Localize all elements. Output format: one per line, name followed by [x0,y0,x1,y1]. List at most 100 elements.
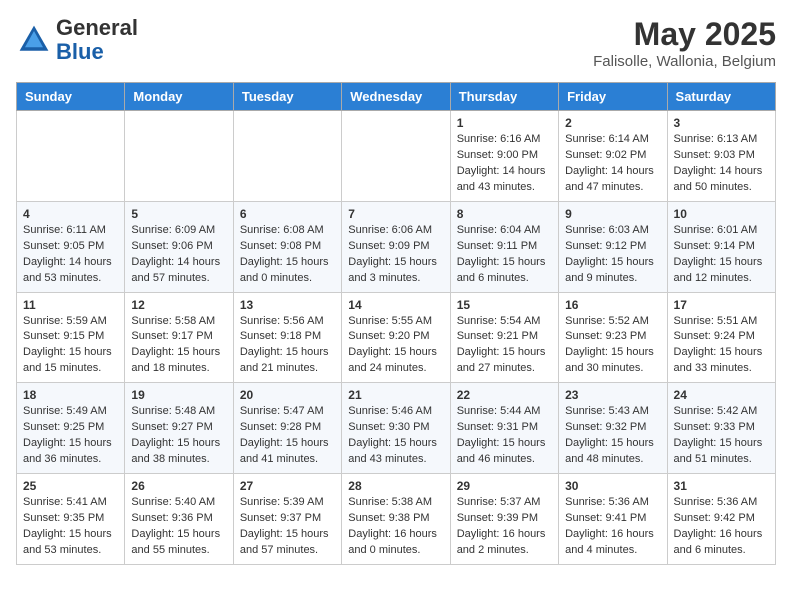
day-number: 27 [240,479,335,493]
day-number: 19 [131,388,226,402]
day-number: 25 [23,479,118,493]
day-info: Sunrise: 5:39 AM Sunset: 9:37 PM Dayligh… [240,495,335,559]
day-info: Sunrise: 5:51 AM Sunset: 9:24 PM Dayligh… [674,314,769,378]
day-info: Sunrise: 6:01 AM Sunset: 9:14 PM Dayligh… [674,223,769,287]
day-info: Sunrise: 5:58 AM Sunset: 9:17 PM Dayligh… [131,314,226,378]
day-number: 26 [131,479,226,493]
calendar-cell [342,111,450,202]
day-info: Sunrise: 5:56 AM Sunset: 9:18 PM Dayligh… [240,314,335,378]
day-info: Sunrise: 5:43 AM Sunset: 9:32 PM Dayligh… [565,404,660,468]
calendar-week-3: 18 Sunrise: 5:49 AM Sunset: 9:25 PM Dayli… [17,383,776,474]
calendar-cell: 27 Sunrise: 5:39 AM Sunset: 9:37 PM Dayli… [233,474,341,565]
logo: General Blue [16,16,138,64]
day-info: Sunrise: 5:37 AM Sunset: 9:39 PM Dayligh… [457,495,552,559]
calendar-cell: 2 Sunrise: 6:14 AM Sunset: 9:02 PM Daylig… [559,111,667,202]
day-number: 20 [240,388,335,402]
weekday-header-friday: Friday [559,83,667,111]
calendar-body: 1 Sunrise: 6:16 AM Sunset: 9:00 PM Daylig… [17,111,776,565]
weekday-header-wednesday: Wednesday [342,83,450,111]
calendar-cell: 21 Sunrise: 5:46 AM Sunset: 9:30 PM Dayli… [342,383,450,474]
calendar-cell [125,111,233,202]
weekday-header-row: SundayMondayTuesdayWednesdayThursdayFrid… [17,83,776,111]
calendar-cell: 28Sunrise: 5:38 AM Sunset: 9:38 PM Dayli… [342,474,450,565]
day-info: Sunrise: 5:48 AM Sunset: 9:27 PM Dayligh… [131,404,226,468]
title-block: May 2025 Falisolle, Wallonia, Belgium [593,16,776,70]
day-number: 24 [674,388,769,402]
day-info: Sunrise: 5:40 AM Sunset: 9:36 PM Dayligh… [131,495,226,559]
day-info: Sunrise: 6:04 AM Sunset: 9:11 PM Dayligh… [457,223,552,287]
day-number: 31 [674,479,769,493]
day-number: 1 [457,116,552,130]
location: Falisolle, Wallonia, Belgium [593,53,776,70]
day-number: 8 [457,207,552,221]
calendar-cell: 20 Sunrise: 5:47 AM Sunset: 9:28 PM Dayli… [233,383,341,474]
calendar-cell: 30 Sunrise: 5:36 AM Sunset: 9:41 PM Dayli… [559,474,667,565]
calendar-cell: 19 Sunrise: 5:48 AM Sunset: 9:27 PM Dayli… [125,383,233,474]
calendar-cell [17,111,125,202]
calendar-cell: 23 Sunrise: 5:43 AM Sunset: 9:32 PM Dayli… [559,383,667,474]
day-number: 9 [565,207,660,221]
day-number: 3 [674,116,769,130]
weekday-header-monday: Monday [125,83,233,111]
calendar-week-2: 11Sunrise: 5:59 AM Sunset: 9:15 PM Dayli… [17,292,776,383]
day-info: Sunrise: 6:16 AM Sunset: 9:00 PM Dayligh… [457,132,552,196]
day-number: 2 [565,116,660,130]
calendar-cell: 17Sunrise: 5:51 AM Sunset: 9:24 PM Dayli… [667,292,775,383]
logo-text: General Blue [56,16,138,64]
calendar-cell: 24 Sunrise: 5:42 AM Sunset: 9:33 PM Dayli… [667,383,775,474]
day-info: Sunrise: 6:03 AM Sunset: 9:12 PM Dayligh… [565,223,660,287]
calendar-cell: 5Sunrise: 6:09 AM Sunset: 9:06 PM Daylig… [125,201,233,292]
calendar-cell: 3 Sunrise: 6:13 AM Sunset: 9:03 PM Daylig… [667,111,775,202]
day-info: Sunrise: 5:42 AM Sunset: 9:33 PM Dayligh… [674,404,769,468]
day-info: Sunrise: 5:36 AM Sunset: 9:42 PM Dayligh… [674,495,769,559]
day-number: 12 [131,298,226,312]
day-info: Sunrise: 5:49 AM Sunset: 9:25 PM Dayligh… [23,404,118,468]
logo-icon [16,22,52,58]
day-info: Sunrise: 5:55 AM Sunset: 9:20 PM Dayligh… [348,314,443,378]
day-number: 11 [23,298,118,312]
day-number: 4 [23,207,118,221]
day-number: 14 [348,298,443,312]
day-info: Sunrise: 6:14 AM Sunset: 9:02 PM Dayligh… [565,132,660,196]
day-number: 18 [23,388,118,402]
calendar-cell [233,111,341,202]
calendar-week-4: 25 Sunrise: 5:41 AM Sunset: 9:35 PM Dayli… [17,474,776,565]
calendar-cell: 18 Sunrise: 5:49 AM Sunset: 9:25 PM Dayli… [17,383,125,474]
day-info: Sunrise: 5:52 AM Sunset: 9:23 PM Dayligh… [565,314,660,378]
weekday-header-sunday: Sunday [17,83,125,111]
day-number: 23 [565,388,660,402]
calendar-header: SundayMondayTuesdayWednesdayThursdayFrid… [17,83,776,111]
day-number: 28 [348,479,443,493]
day-number: 13 [240,298,335,312]
logo-general: General [56,15,138,40]
day-number: 5 [131,207,226,221]
calendar-week-0: 1 Sunrise: 6:16 AM Sunset: 9:00 PM Daylig… [17,111,776,202]
calendar-cell: 9 Sunrise: 6:03 AM Sunset: 9:12 PM Daylig… [559,201,667,292]
day-number: 29 [457,479,552,493]
calendar-cell: 26 Sunrise: 5:40 AM Sunset: 9:36 PM Dayli… [125,474,233,565]
day-info: Sunrise: 5:47 AM Sunset: 9:28 PM Dayligh… [240,404,335,468]
month-title: May 2025 [593,16,776,53]
calendar-cell: 6Sunrise: 6:08 AM Sunset: 9:08 PM Daylig… [233,201,341,292]
day-info: Sunrise: 6:06 AM Sunset: 9:09 PM Dayligh… [348,223,443,287]
day-info: Sunrise: 6:08 AM Sunset: 9:08 PM Dayligh… [240,223,335,287]
calendar-cell: 15 Sunrise: 5:54 AM Sunset: 9:21 PM Dayli… [450,292,558,383]
calendar-cell: 14 Sunrise: 5:55 AM Sunset: 9:20 PM Dayli… [342,292,450,383]
day-info: Sunrise: 6:13 AM Sunset: 9:03 PM Dayligh… [674,132,769,196]
day-number: 15 [457,298,552,312]
day-number: 16 [565,298,660,312]
day-info: Sunrise: 5:36 AM Sunset: 9:41 PM Dayligh… [565,495,660,559]
day-number: 30 [565,479,660,493]
calendar-week-1: 4Sunrise: 6:11 AM Sunset: 9:05 PM Daylig… [17,201,776,292]
day-info: Sunrise: 5:41 AM Sunset: 9:35 PM Dayligh… [23,495,118,559]
calendar-cell: 10Sunrise: 6:01 AM Sunset: 9:14 PM Dayli… [667,201,775,292]
calendar-cell: 13 Sunrise: 5:56 AM Sunset: 9:18 PM Dayli… [233,292,341,383]
day-info: Sunrise: 5:46 AM Sunset: 9:30 PM Dayligh… [348,404,443,468]
calendar-cell: 25 Sunrise: 5:41 AM Sunset: 9:35 PM Dayli… [17,474,125,565]
day-number: 21 [348,388,443,402]
calendar-cell: 12 Sunrise: 5:58 AM Sunset: 9:17 PM Dayli… [125,292,233,383]
weekday-header-tuesday: Tuesday [233,83,341,111]
calendar-cell: 7Sunrise: 6:06 AM Sunset: 9:09 PM Daylig… [342,201,450,292]
calendar-cell: 16 Sunrise: 5:52 AM Sunset: 9:23 PM Dayli… [559,292,667,383]
day-info: Sunrise: 5:54 AM Sunset: 9:21 PM Dayligh… [457,314,552,378]
